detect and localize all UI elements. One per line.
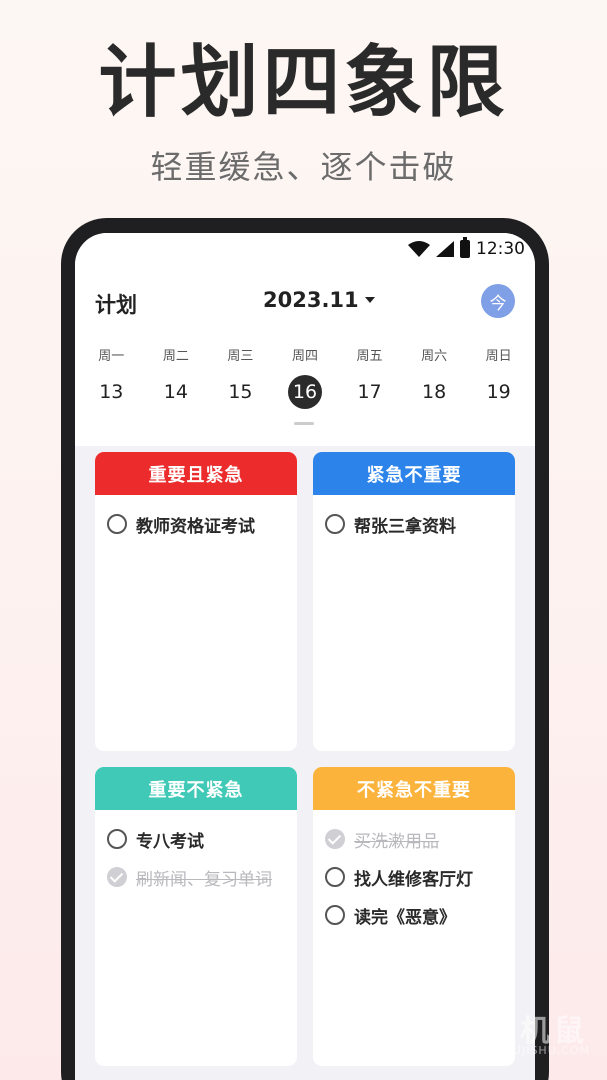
watermark-icon — [422, 1006, 478, 1062]
phone-frame: 12:30 计划 2023.11 今 周一 13 周二 14 周三 15 周四 16 周五 17 周… — [61, 218, 549, 1080]
task-list: 帮张三拿资料 — [313, 495, 515, 543]
task-item[interactable]: 教师资格证考试 — [95, 505, 297, 543]
day-number: 15 — [228, 381, 253, 403]
day-number: 18 — [422, 381, 447, 403]
hero-subtitle: 轻重缓急、逐个击破 — [150, 148, 457, 186]
day-indicator — [294, 422, 314, 425]
day-name: 周三 — [227, 349, 254, 364]
task-list: 专八考试刷新闻、复习单词 — [95, 810, 297, 896]
task-text: 刷新闻、复习单词 — [136, 869, 272, 890]
wifi-icon — [408, 241, 430, 257]
task-item[interactable]: 找人维修客厅灯 — [313, 858, 515, 896]
page-title: 计划 — [95, 293, 137, 317]
day-13[interactable]: 周一 13 — [85, 345, 137, 409]
task-text: 专八考试 — [136, 831, 204, 852]
day-name: 周一 — [98, 349, 125, 364]
task-item[interactable]: 买洗漱用品 — [313, 820, 515, 858]
task-text: 找人维修客厅灯 — [354, 869, 473, 890]
task-list: 买洗漱用品找人维修客厅灯 读完《恶意》 — [313, 810, 515, 934]
quadrant-title: 重要不紧急 — [95, 767, 297, 810]
quadrant-title: 紧急不重要 — [313, 452, 515, 495]
day-name: 周四 — [291, 349, 318, 364]
quadrant-important-not-urgent: 重要不紧急 专八考试刷新闻、复习单词 — [95, 767, 297, 1066]
task-text: 教师资格证考试 — [136, 516, 255, 537]
month-selector[interactable]: 2023.11 — [263, 288, 375, 312]
signal-icon — [436, 241, 454, 257]
task-text: 帮张三拿资料 — [354, 516, 456, 537]
quadrant-title: 不紧急不重要 — [313, 767, 515, 810]
day-number: 17 — [357, 381, 382, 403]
empty-circle-icon[interactable] — [325, 514, 345, 534]
task-text: 买洗漱用品 — [354, 831, 439, 852]
watermark-subtext: SHOUJISHU.COM — [486, 1044, 591, 1057]
quadrant-important-urgent: 重要且紧急 教师资格证考试 — [95, 452, 297, 751]
day-15[interactable]: 周三 15 — [214, 345, 266, 409]
quadrant-title: 重要且紧急 — [95, 452, 297, 495]
day-number: 13 — [99, 381, 124, 403]
checked-circle-icon[interactable] — [325, 829, 345, 849]
today-button[interactable]: 今 — [481, 284, 515, 318]
empty-circle-icon[interactable] — [325, 905, 345, 925]
battery-icon — [460, 237, 470, 258]
caret-down-icon — [364, 297, 375, 303]
checked-circle-icon[interactable] — [107, 867, 127, 887]
status-time: 12:30 — [476, 239, 525, 259]
month-label: 2023.11 — [263, 288, 359, 312]
empty-circle-icon[interactable] — [107, 829, 127, 849]
app-screen: 12:30 计划 2023.11 今 周一 13 周二 14 周三 15 周四 16 周五 17 周… — [75, 233, 535, 1080]
day-number: 14 — [163, 381, 188, 403]
empty-circle-icon[interactable] — [325, 867, 345, 887]
day-18[interactable]: 周六 18 — [408, 345, 460, 409]
task-item[interactable]: 专八考试 — [95, 820, 297, 858]
day-number: 19 — [486, 381, 511, 403]
week-strip: 周一 13 周二 14 周三 15 周四 16 周五 17 周六 18 周日 19 — [75, 345, 535, 409]
day-name: 周五 — [356, 349, 383, 364]
day-name: 周六 — [421, 349, 448, 364]
hero-title: 计划四象限 — [98, 38, 509, 128]
day-name: 周二 — [162, 349, 189, 364]
watermark-logo: 手机鼠 SHOUJISHU.COM — [422, 1000, 592, 1070]
day-19[interactable]: 周日 19 — [473, 345, 525, 409]
day-number: 16 — [287, 375, 322, 409]
task-text: 读完《恶意》 — [354, 907, 456, 928]
task-item[interactable]: 读完《恶意》 — [313, 896, 515, 934]
top-panel: 12:30 计划 2023.11 今 周一 13 周二 14 周三 15 周四 16 周五 17 周… — [75, 233, 535, 446]
status-bar: 12:30 — [408, 233, 525, 265]
task-item[interactable]: 刷新闻、复习单词 — [95, 858, 297, 896]
quadrant-urgent-not-important: 紧急不重要 帮张三拿资料 — [313, 452, 515, 751]
task-list: 教师资格证考试 — [95, 495, 297, 543]
day-17[interactable]: 周五 17 — [344, 345, 396, 409]
empty-circle-icon[interactable] — [107, 514, 127, 534]
day-name: 周日 — [485, 349, 512, 364]
day-16[interactable]: 周四 16 — [279, 345, 331, 409]
task-item[interactable]: 帮张三拿资料 — [313, 505, 515, 543]
day-14[interactable]: 周二 14 — [150, 345, 202, 409]
